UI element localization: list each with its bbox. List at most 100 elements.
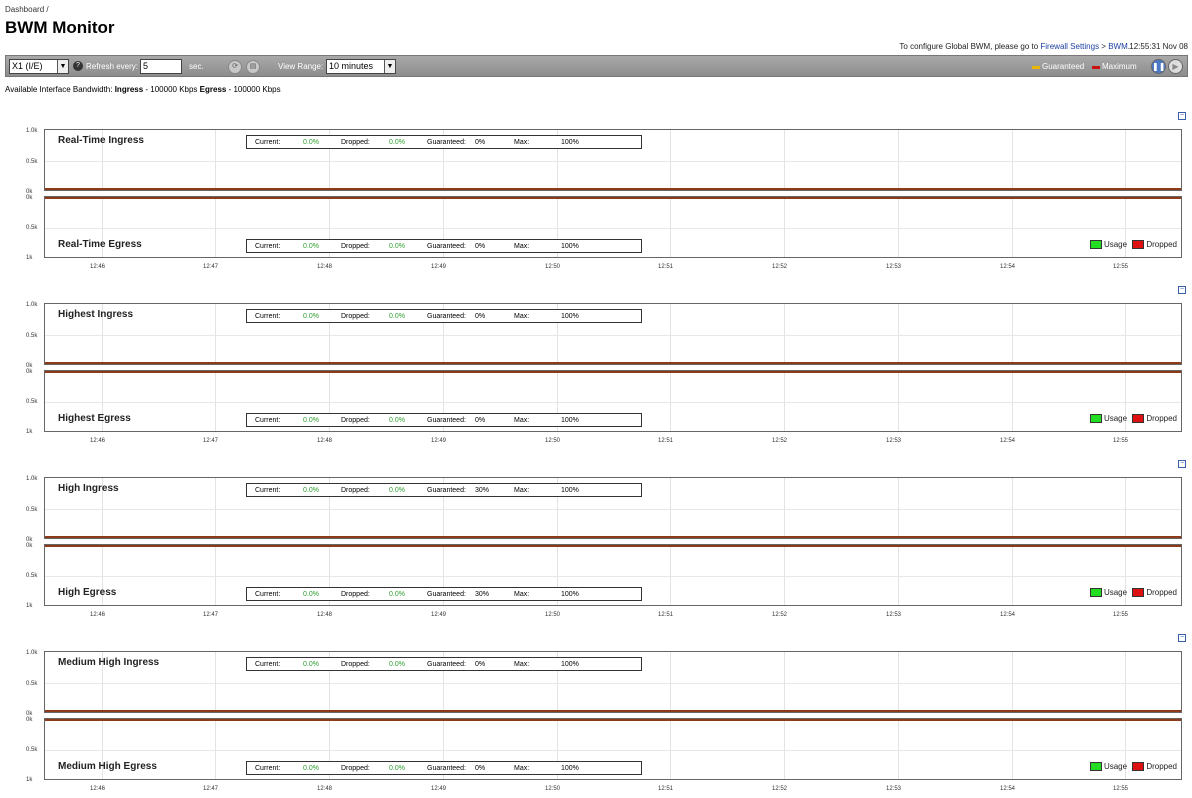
usage-swatch	[1089, 414, 1102, 424]
bwm-link[interactable]: BWM	[1108, 42, 1128, 51]
max-value: 100%	[561, 487, 579, 494]
config-hint: To configure Global BWM, please go to Fi…	[899, 42, 1130, 51]
egress-title: Real-Time Egress	[58, 239, 142, 250]
x-axis-tick: 12:55	[1113, 264, 1129, 270]
baseline	[45, 371, 1181, 373]
ingress-chart: High Ingress Current: 0.0% Dropped: 0.0% Guar…	[44, 477, 1182, 539]
dropped-swatch	[1132, 414, 1145, 424]
x-axis-tick: 12:47	[203, 438, 219, 444]
usage-legend: Usage Dropped	[1089, 414, 1177, 424]
guaranteed-label: Guaranteed:	[427, 591, 466, 598]
x-axis-tick: 12:54	[1000, 786, 1016, 792]
usage-legend: Usage Dropped	[1089, 240, 1177, 250]
baseline	[45, 197, 1181, 199]
max-value: 100%	[561, 243, 579, 250]
view-range-value: 10 minutes	[329, 61, 374, 71]
y-axis-label: 0k	[26, 717, 33, 723]
x-axis-tick: 12:53	[886, 438, 902, 444]
collapse-icon[interactable]: −	[1178, 460, 1186, 468]
max-value: 100%	[561, 139, 579, 146]
grid-line	[1125, 304, 1126, 364]
x-axis-tick: 12:49	[431, 612, 447, 618]
x-axis-tick: 12:48	[317, 264, 333, 270]
collapse-icon[interactable]: −	[1178, 634, 1186, 642]
x-axis-tick: 12:53	[886, 264, 902, 270]
dropped-value: 0.0%	[389, 313, 405, 320]
x-axis-tick: 12:46	[90, 438, 106, 444]
grid-line	[215, 304, 216, 364]
grid-line	[45, 402, 1181, 403]
y-axis-label: 1.0k	[26, 128, 38, 134]
x-axis-tick: 12:48	[317, 786, 333, 792]
grid-line	[215, 130, 216, 190]
max-value: 100%	[561, 313, 579, 320]
help-icon[interactable]: ?	[73, 61, 83, 71]
grid-line	[215, 197, 216, 257]
grid-line	[1012, 478, 1013, 538]
print-icon[interactable]: ▤	[246, 60, 260, 74]
y-axis-label: 0.5k	[26, 507, 38, 513]
egress-title: Highest Egress	[58, 413, 131, 424]
stats-box: Current: 0.0% Dropped: 0.0% Guaranteed: 0% Max…	[246, 309, 642, 323]
grid-line	[1012, 197, 1013, 257]
egress-chart: High Egress Current: 0.0% Dropped: 0.0% Guara…	[44, 544, 1182, 606]
refresh-interval-input[interactable]: 5	[140, 59, 182, 74]
breadcrumb[interactable]: Dashboard /	[5, 5, 49, 14]
config-hint-text: To configure Global BWM, please go to	[899, 42, 1041, 51]
pause-icon[interactable]: ❚❚	[1151, 59, 1166, 74]
stats-box: Current: 0.0% Dropped: 0.0% Guaranteed: 0% Max…	[246, 239, 642, 253]
grid-line	[898, 304, 899, 364]
max-value: 100%	[561, 591, 579, 598]
x-axis-tick: 12:52	[772, 612, 788, 618]
grid-line	[1012, 545, 1013, 605]
guaranteed-legend: Guaranteed	[1042, 62, 1085, 71]
x-axis-tick: 12:50	[545, 612, 561, 618]
guaranteed-value: 0%	[475, 417, 486, 424]
grid-line	[898, 545, 899, 605]
collapse-icon[interactable]: −	[1178, 286, 1186, 294]
stats-box: Current: 0.0% Dropped: 0.0% Guaranteed: 0% Max…	[246, 135, 642, 149]
x-axis-tick: 12:52	[772, 438, 788, 444]
dropped-label: Dropped:	[341, 487, 370, 494]
available-bandwidth: Available Interface Bandwidth: Ingress -…	[5, 85, 281, 94]
refresh-icon[interactable]: ⟳	[228, 60, 242, 74]
x-axis-tick: 12:52	[772, 786, 788, 792]
chevron-down-icon[interactable]: ▼	[384, 60, 395, 73]
x-axis-tick: 12:48	[317, 612, 333, 618]
egress-label: Egress	[199, 85, 227, 94]
egress-chart: Medium High Egress Current: 0.0% Dropped: 0.…	[44, 718, 1182, 780]
y-axis-label: 0k	[26, 543, 33, 549]
firewall-settings-link[interactable]: Firewall Settings	[1040, 42, 1099, 51]
current-label: Current:	[255, 417, 281, 424]
y-axis-label: 0k	[26, 369, 33, 375]
grid-line	[784, 719, 785, 779]
grid-line	[784, 545, 785, 605]
x-axis-tick: 12:55	[1113, 786, 1129, 792]
current-label: Current:	[255, 661, 281, 668]
collapse-icon[interactable]: −	[1178, 112, 1186, 120]
guaranteed-label: Guaranteed:	[427, 487, 466, 494]
y-axis-label: 1.0k	[26, 302, 38, 308]
chevron-down-icon[interactable]: ▼	[57, 60, 68, 73]
stats-box: Current: 0.0% Dropped: 0.0% Guaranteed: 30% Ma…	[246, 587, 642, 601]
x-axis-tick: 12:49	[431, 438, 447, 444]
current-label: Current:	[255, 765, 281, 772]
stats-box: Current: 0.0% Dropped: 0.0% Guaranteed: 0% Max…	[246, 761, 642, 775]
x-axis-tick: 12:46	[90, 786, 106, 792]
grid-line	[670, 719, 671, 779]
current-value: 0.0%	[303, 243, 319, 250]
dropped-legend-label: Dropped	[1146, 588, 1177, 597]
x-axis: 12:46 12:47 12:48 12:49 12:50 12:51 12:52 12:53…	[0, 786, 1192, 796]
interface-select-value: X1 (I/E)	[12, 61, 43, 71]
play-icon[interactable]: ▶	[1168, 59, 1183, 74]
grid-line	[784, 478, 785, 538]
dropped-label: Dropped:	[341, 417, 370, 424]
interface-select[interactable]: X1 (I/E) ▼	[9, 59, 69, 74]
view-range-select[interactable]: 10 minutes ▼	[326, 59, 396, 74]
ingress-title: Highest Ingress	[58, 309, 134, 320]
current-label: Current:	[255, 313, 281, 320]
x-axis-tick: 12:50	[545, 438, 561, 444]
stats-box: Current: 0.0% Dropped: 0.0% Guaranteed: 0% Max…	[246, 413, 642, 427]
available-prefix: Available Interface Bandwidth:	[5, 85, 115, 94]
grid-line	[215, 371, 216, 431]
